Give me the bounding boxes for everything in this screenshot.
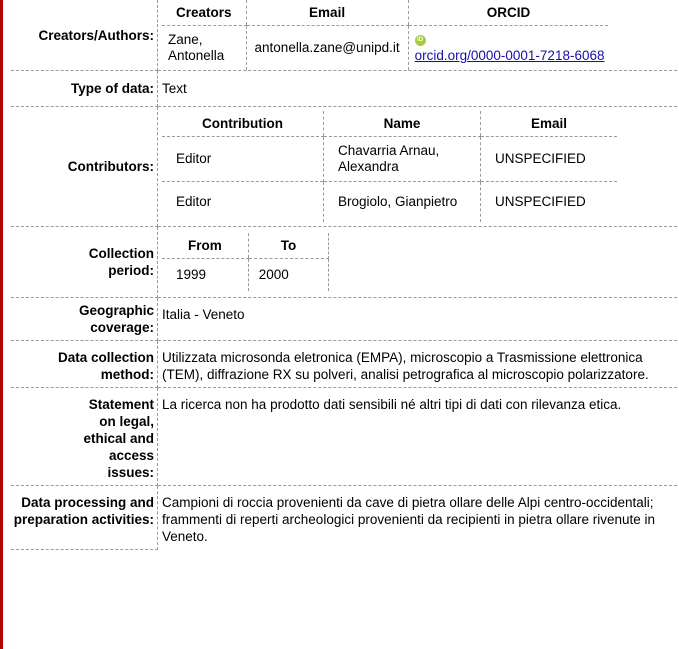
creators-header-email: Email — [245, 0, 409, 26]
period-to: 2000 — [247, 258, 330, 291]
contributors-header-name: Name — [322, 111, 481, 137]
legal-statement-label: Statement on legal, ethical and access i… — [11, 387, 158, 486]
collection-period-table: From To 1999 2000 — [162, 233, 330, 291]
contributors-cell: Contribution Name Email Editor Chavarria… — [157, 106, 679, 227]
data-processing-value: Campioni di roccia provenienti da cave d… — [162, 495, 656, 544]
creators-header-orcid: ORCID — [407, 0, 609, 26]
contributors-header-contribution: Contribution — [162, 111, 324, 137]
type-of-data-row: Type of data: Text — [11, 70, 679, 107]
creator-orcid-cell: iD orcid.org/0000-0001-7218-6068 — [407, 25, 609, 70]
creator-name: Zane, Antonella — [168, 32, 225, 63]
contributor-email: UNSPECIFIED — [479, 181, 618, 222]
contributor-name: Chavarria Arnau, Alexandra — [322, 136, 481, 182]
creators-row: Creators/Authors: Creators Email ORCID Z… — [11, 0, 679, 71]
orcid-link[interactable]: orcid.org/0000-0001-7218-6068 — [415, 48, 605, 63]
geographic-coverage-value: Italia - Veneto — [157, 297, 679, 341]
creator-email: antonella.zane@unipd.it — [245, 25, 409, 70]
creators-label: Creators/Authors: — [11, 0, 158, 71]
collection-period-cell: From To 1999 2000 — [157, 226, 679, 298]
geographic-coverage-label: Geographic coverage: — [11, 297, 158, 341]
collection-period-label: Collection period: — [11, 226, 158, 298]
collection-period-row: Collection period: From To 1999 2000 — [11, 226, 679, 298]
contributors-label: Contributors: — [11, 106, 158, 227]
contributor-contribution: Editor — [162, 181, 324, 222]
contributor-email: UNSPECIFIED — [479, 136, 618, 182]
data-collection-method-row: Data collection method: Utilizzata micro… — [11, 340, 679, 388]
geographic-coverage-row: Geographic coverage: Italia - Veneto — [11, 297, 679, 341]
legal-statement-value: La ricerca non ha prodotto dati sensibil… — [157, 387, 679, 486]
creators-table: Creators Email ORCID Zane, Antonella ant… — [162, 0, 609, 70]
data-processing-label: Data processing and preparation activiti… — [11, 485, 158, 550]
creator-row: Zane, Antonella antonella.zane@unipd.it … — [162, 25, 609, 70]
metadata-panel: Creators/Authors: Creators Email ORCID Z… — [0, 0, 679, 649]
data-collection-method-label: Data collection method: — [11, 340, 158, 388]
period-row: 1999 2000 — [162, 258, 330, 291]
type-of-data-label: Type of data: — [11, 70, 158, 107]
creators-header-name: Creators — [162, 0, 247, 26]
type-of-data-value: Text — [157, 70, 679, 107]
data-collection-method-value: Utilizzata microsonda eletronica (EMPA),… — [157, 340, 679, 388]
creators-cell: Creators Email ORCID Zane, Antonella ant… — [157, 0, 679, 71]
orcid-icon: iD — [414, 34, 426, 46]
data-processing-row: Data processing and preparation activiti… — [11, 485, 679, 550]
period-from: 1999 — [176, 267, 207, 282]
period-header-to: To — [247, 233, 330, 259]
period-header-from: From — [162, 233, 249, 259]
contributors-row: Contributors: Contribution Name Email Ed… — [11, 106, 679, 227]
contributors-table: Contribution Name Email Editor Chavarria… — [162, 111, 618, 222]
legal-statement-row: Statement on legal, ethical and access i… — [11, 387, 679, 486]
contributor-name: Brogiolo, Gianpietro — [322, 181, 481, 222]
contributor-row: Editor Chavarria Arnau, Alexandra UNSPEC… — [162, 136, 618, 182]
contributor-contribution: Editor — [176, 151, 212, 166]
contributor-row: Editor Brogiolo, Gianpietro UNSPECIFIED — [162, 181, 618, 222]
metadata-table: Creators/Authors: Creators Email ORCID Z… — [11, 0, 679, 550]
contributors-header-email: Email — [479, 111, 618, 137]
